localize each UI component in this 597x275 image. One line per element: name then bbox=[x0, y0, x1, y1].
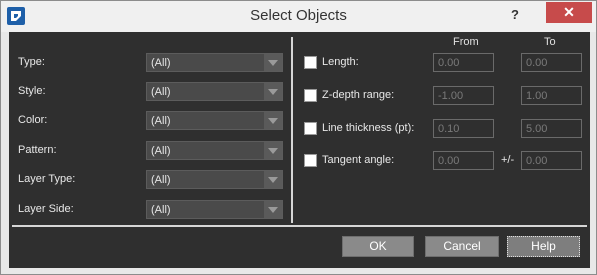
length-from-field[interactable]: 0.00 bbox=[433, 53, 494, 72]
chevron-down-icon[interactable] bbox=[264, 54, 282, 71]
type-select[interactable]: (All) bbox=[146, 53, 283, 72]
tangent-angle-to-value: 0.00 bbox=[526, 155, 548, 167]
style-label: Style: bbox=[18, 85, 46, 97]
help-icon[interactable]: ? bbox=[505, 7, 525, 25]
tangent-angle-checkbox[interactable] bbox=[304, 154, 317, 167]
color-select-value: (All) bbox=[151, 115, 171, 127]
ok-button[interactable]: OK bbox=[342, 236, 414, 257]
tangent-angle-label: Tangent angle: bbox=[322, 154, 395, 166]
chevron-down-icon[interactable] bbox=[264, 112, 282, 129]
vertical-divider bbox=[291, 37, 293, 223]
z-depth-from-field[interactable]: -1.00 bbox=[433, 86, 494, 105]
layer-side-label: Layer Side: bbox=[18, 203, 74, 215]
layer-type-select[interactable]: (All) bbox=[146, 170, 283, 189]
pattern-select-value: (All) bbox=[151, 145, 171, 157]
length-from-value: 0.00 bbox=[438, 57, 460, 69]
color-select[interactable]: (All) bbox=[146, 111, 283, 130]
layer-side-select-value: (All) bbox=[151, 204, 171, 216]
style-select-value: (All) bbox=[151, 86, 171, 98]
close-button[interactable]: ✕ bbox=[546, 2, 592, 23]
tangent-angle-from-value: 0.00 bbox=[438, 155, 460, 167]
z-depth-label: Z-depth range: bbox=[322, 89, 395, 101]
line-thickness-from-field[interactable]: 0.10 bbox=[433, 119, 494, 138]
line-thickness-checkbox[interactable] bbox=[304, 122, 317, 135]
layer-side-select[interactable]: (All) bbox=[146, 200, 283, 219]
line-thickness-label: Line thickness (pt): bbox=[322, 122, 415, 134]
style-select[interactable]: (All) bbox=[146, 82, 283, 101]
select-objects-dialog: Select Objects ? ✕ Type: (All) Style: (A… bbox=[0, 0, 597, 275]
length-to-value: 0.00 bbox=[526, 57, 548, 69]
chevron-down-icon[interactable] bbox=[264, 201, 282, 218]
tangent-angle-from-field[interactable]: 0.00 bbox=[433, 151, 494, 170]
chevron-down-icon[interactable] bbox=[264, 83, 282, 100]
type-label: Type: bbox=[18, 56, 45, 68]
help-button[interactable]: Help bbox=[507, 236, 580, 257]
pattern-label: Pattern: bbox=[18, 144, 57, 156]
length-checkbox[interactable] bbox=[304, 56, 317, 69]
layer-type-select-value: (All) bbox=[151, 174, 171, 186]
plus-minus-label: +/- bbox=[501, 154, 515, 166]
z-depth-from-value: -1.00 bbox=[438, 90, 464, 102]
chevron-down-icon[interactable] bbox=[264, 142, 282, 159]
line-thickness-from-value: 0.10 bbox=[438, 123, 460, 135]
cancel-button[interactable]: Cancel bbox=[425, 236, 499, 257]
from-header: From bbox=[453, 36, 479, 48]
z-depth-to-field[interactable]: 1.00 bbox=[521, 86, 582, 105]
layer-type-label: Layer Type: bbox=[18, 173, 76, 185]
type-select-value: (All) bbox=[151, 57, 171, 69]
z-depth-to-value: 1.00 bbox=[526, 90, 548, 102]
length-to-field[interactable]: 0.00 bbox=[521, 53, 582, 72]
chevron-down-icon[interactable] bbox=[264, 171, 282, 188]
color-label: Color: bbox=[18, 114, 48, 126]
pattern-select[interactable]: (All) bbox=[146, 141, 283, 160]
length-label: Length: bbox=[322, 56, 359, 68]
horizontal-divider bbox=[12, 225, 587, 227]
z-depth-checkbox[interactable] bbox=[304, 89, 317, 102]
dialog-panel: Type: (All) Style: (All) Color: (All) Pa… bbox=[9, 32, 590, 268]
title-bar: Select Objects ? ✕ bbox=[1, 1, 596, 32]
to-header: To bbox=[544, 36, 556, 48]
tangent-angle-to-field[interactable]: 0.00 bbox=[521, 151, 582, 170]
line-thickness-to-value: 5.00 bbox=[526, 123, 548, 135]
line-thickness-to-field[interactable]: 5.00 bbox=[521, 119, 582, 138]
